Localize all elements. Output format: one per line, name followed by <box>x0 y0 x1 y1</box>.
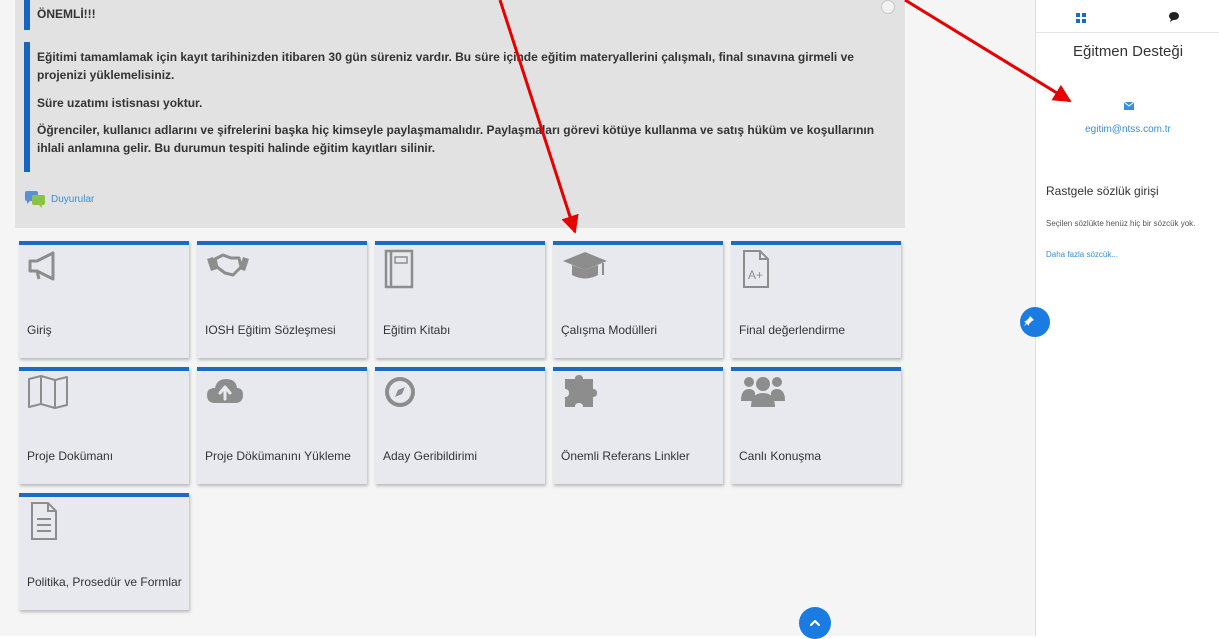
scroll-to-top-button[interactable] <box>799 607 831 639</box>
pin-icon <box>1024 316 1034 326</box>
notice-paragraph-deadline: Eğitimi tamamlamak için kayıt tarihinizd… <box>37 50 854 82</box>
graduation-cap-icon <box>561 249 613 283</box>
tile-label: Giriş <box>27 322 52 337</box>
notice-heading: ÖNEMLİ!!! <box>37 7 96 21</box>
support-email-link[interactable]: egitim@ntss.com.tr <box>1036 124 1219 135</box>
cloud-upload-icon <box>205 375 245 409</box>
document-icon <box>27 501 61 541</box>
tile-proje-dokumani[interactable]: Proje Dokümanı <box>19 367 189 484</box>
tile-aday-geribildirimi[interactable]: Aday Geribildirimi <box>375 367 545 484</box>
tile-egitim-kitabi[interactable]: Eğitim Kitabı <box>375 241 545 358</box>
main-content: ÖNEMLİ!!! Eğitimi tamamlamak için kayıt … <box>0 0 1035 636</box>
tile-final-degerlendirme[interactable]: A+ Final değerlendirme <box>731 241 901 358</box>
tile-label: Proje Dokümanı <box>27 448 114 463</box>
tile-label: Önemli Referans Linkler <box>561 448 690 463</box>
handshake-icon <box>205 249 251 283</box>
notebook-icon <box>383 249 417 289</box>
tile-giris[interactable]: Giriş <box>19 241 189 358</box>
sidebar-tabs <box>1036 0 1219 33</box>
tile-label: Aday Geribildirimi <box>383 448 478 463</box>
svg-text:A+: A+ <box>748 268 763 282</box>
notice-body-bar <box>24 42 30 172</box>
tile-label: Eğitim Kitabı <box>383 322 451 337</box>
tile-label: Final değerlendirme <box>739 322 846 337</box>
map-icon <box>27 375 71 409</box>
notice-paragraph-sharing: Öğrenciler, kullanıcı adlarını ve şifrel… <box>37 123 875 155</box>
tile-label: Politika, Prosedür ve Formlar <box>27 574 182 589</box>
announcements-link[interactable]: Duyurular <box>24 190 94 208</box>
users-icon <box>739 375 787 409</box>
completion-checkbox[interactable] <box>881 0 895 14</box>
notice-paragraph-no-extension: Süre uzatımı istisnası yoktur. <box>37 96 203 110</box>
important-notice <box>15 0 905 228</box>
glossary-title: Rastgele sözlük girişi <box>1046 184 1159 198</box>
tile-politika-prosedur-formlar[interactable]: Politika, Prosedür ve Formlar <box>19 493 189 610</box>
tab-blocks[interactable] <box>1076 10 1086 23</box>
instructor-support-title: Eğitmen Desteği <box>1072 43 1184 60</box>
glossary-empty-text: Seçilen sözlükte henüz hiç bir sözcük yo… <box>1046 219 1196 228</box>
chat-bubbles-icon <box>25 191 45 208</box>
announcements-label: Duyurular <box>51 193 95 205</box>
puzzle-icon <box>561 375 601 415</box>
tile-label: Canlı Konuşma <box>739 448 822 463</box>
notice-heading-bar <box>24 0 30 30</box>
chat-bubble-icon <box>1169 12 1179 22</box>
tile-proje-dokumanini-yukleme[interactable]: Proje Dökümanını Yükleme <box>197 367 367 484</box>
megaphone-icon <box>27 249 61 283</box>
tile-canli-konusma[interactable]: Canlı Konuşma <box>731 367 901 484</box>
tile-iosh-egitim-sozlesmesi[interactable]: IOSH Eğitim Sözleşmesi <box>197 241 367 358</box>
envelope-icon <box>1124 102 1134 110</box>
tile-calisma-modulleri[interactable]: Çalışma Modülleri <box>553 241 723 358</box>
sidebar-pin-button[interactable] <box>1020 307 1050 337</box>
right-sidebar: Eğitmen Desteği egitim@ntss.com.tr Rastg… <box>1035 0 1219 636</box>
tab-chat[interactable] <box>1168 10 1180 22</box>
tile-onemli-referans-linkler[interactable]: Önemli Referans Linkler <box>553 367 723 484</box>
tile-label: Çalışma Modülleri <box>561 322 658 337</box>
compass-icon <box>383 375 417 409</box>
chevron-up-icon <box>810 619 820 626</box>
grid-icon <box>1076 13 1086 23</box>
tile-label: IOSH Eğitim Sözleşmesi <box>205 322 336 337</box>
tile-label: Proje Dökümanını Yükleme <box>205 448 351 463</box>
glossary-more-link[interactable]: Daha fazla sözcük... <box>1046 250 1118 259</box>
grade-file-icon: A+ <box>739 249 773 288</box>
